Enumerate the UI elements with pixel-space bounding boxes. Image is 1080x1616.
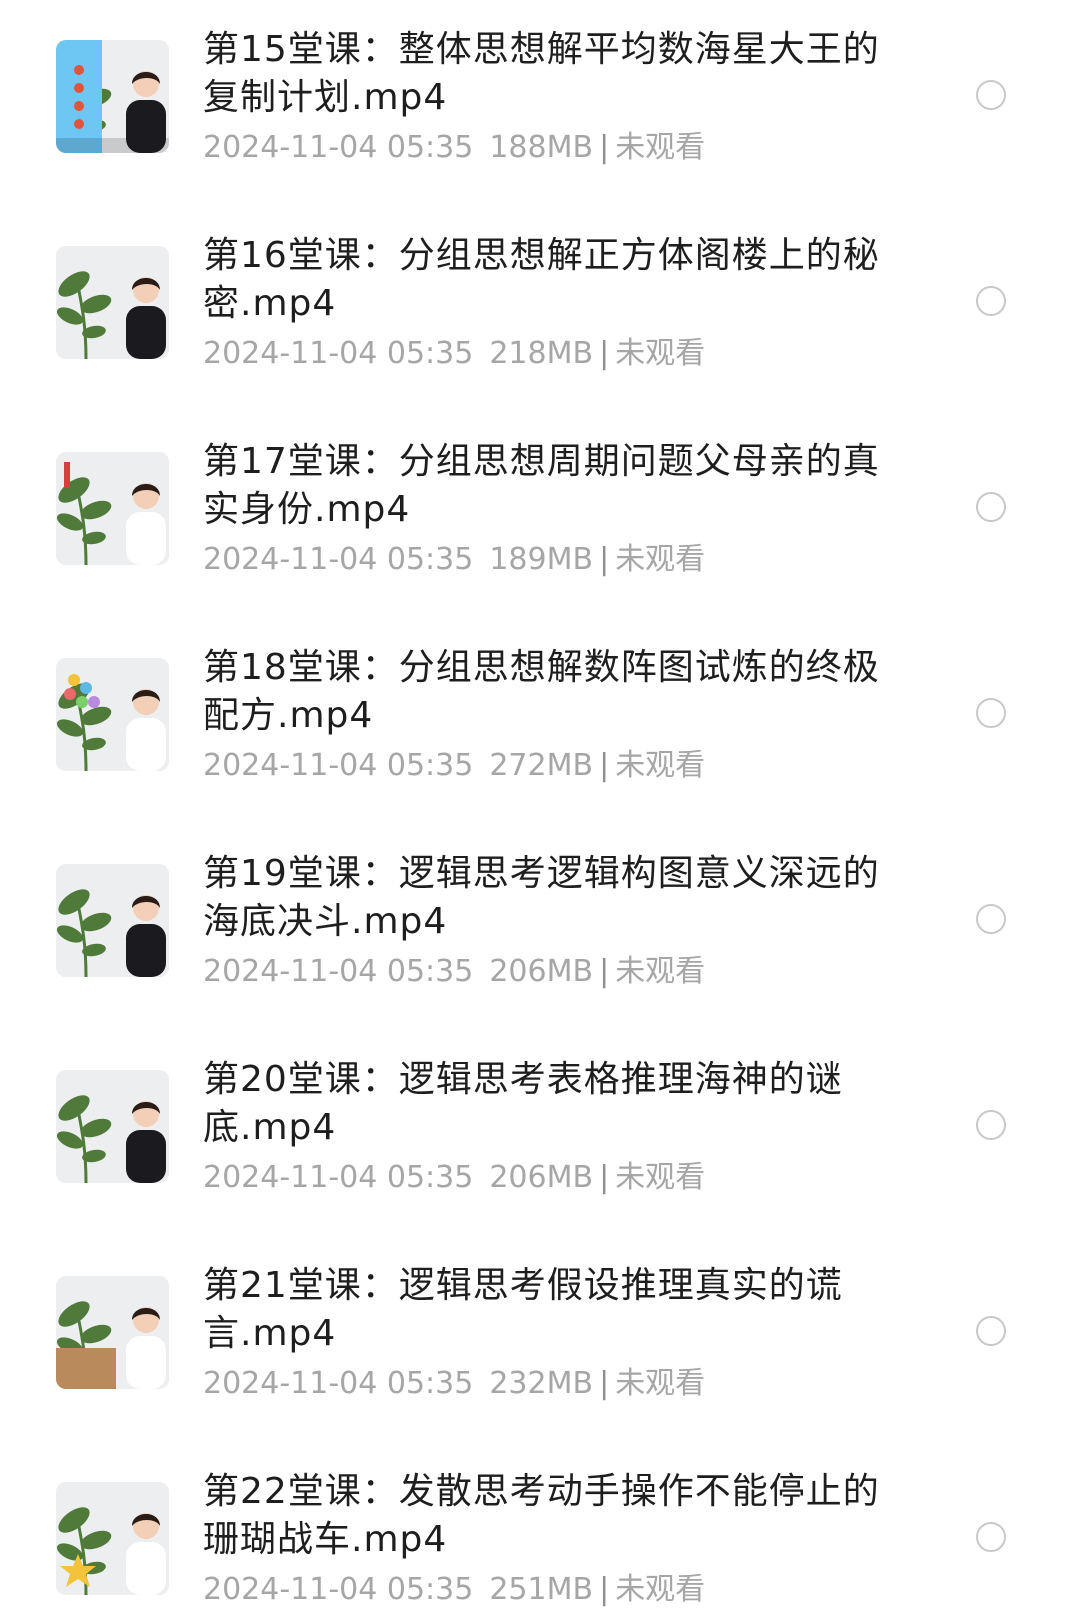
file-title: 第15堂课：整体思想解平均数海星大王的复制计划.mp4: [203, 29, 880, 118]
video-thumbnail: [56, 1276, 169, 1389]
video-thumbnail: [56, 40, 169, 153]
meta-separator: |: [599, 954, 610, 989]
file-row[interactable]: 第20堂课：逻辑思考表格推理海神的谜底.mp4 2024-11-04 05:35 2…: [0, 1030, 1080, 1236]
file-size: 189MB: [489, 542, 594, 577]
file-row[interactable]: 第19堂课：逻辑思考逻辑构图意义深远的海底决斗.mp4 2024-11-04 05…: [0, 824, 1080, 1030]
file-meta: 2024-11-04 05:35 232MB | 未观看: [203, 1364, 883, 1404]
file-info: 第19堂课：逻辑思考逻辑构图意义深远的海底决斗.mp4 2024-11-04 05…: [203, 850, 883, 992]
meta-separator: |: [599, 1366, 610, 1401]
file-info: 第21堂课：逻辑思考假设推理真实的谎言.mp4 2024-11-04 05:35 2…: [203, 1262, 883, 1404]
select-radio[interactable]: [976, 904, 1006, 934]
select-radio[interactable]: [976, 1110, 1006, 1140]
meta-separator: |: [599, 1160, 610, 1195]
file-date: 2024-11-04 05:35: [203, 954, 474, 989]
file-info: 第15堂课：整体思想解平均数海星大王的复制计划.mp4 2024-11-04 05…: [203, 26, 883, 168]
file-list: 第15堂课：整体思想解平均数海星大王的复制计划.mp4 2024-11-04 05…: [0, 0, 1080, 1616]
file-title: 第21堂课：逻辑思考假设推理真实的谎言.mp4: [203, 1265, 843, 1354]
watch-status: 未观看: [615, 748, 706, 783]
file-date: 2024-11-04 05:35: [203, 748, 474, 783]
select-radio[interactable]: [976, 698, 1006, 728]
video-thumbnail: [56, 658, 169, 771]
meta-separator: |: [599, 1572, 610, 1607]
file-date: 2024-11-04 05:35: [203, 1160, 474, 1195]
video-thumbnail: [56, 864, 169, 977]
file-title: 第22堂课：发散思考动手操作不能停止的珊瑚战车.mp4: [203, 1471, 880, 1560]
video-thumbnail: [56, 1482, 169, 1595]
video-thumbnail: [56, 1070, 169, 1183]
file-size: 206MB: [489, 954, 594, 989]
file-info: 第18堂课：分组思想解数阵图试炼的终极配方.mp4 2024-11-04 05:3…: [203, 644, 883, 786]
file-size: 218MB: [489, 336, 594, 371]
watch-status: 未观看: [615, 542, 706, 577]
file-meta: 2024-11-04 05:35 272MB | 未观看: [203, 746, 883, 786]
select-radio[interactable]: [976, 1522, 1006, 1552]
file-row[interactable]: 第21堂课：逻辑思考假设推理真实的谎言.mp4 2024-11-04 05:35 2…: [0, 1236, 1080, 1442]
file-title: 第20堂课：逻辑思考表格推理海神的谜底.mp4: [203, 1059, 843, 1148]
video-thumbnail: [56, 452, 169, 565]
select-radio[interactable]: [976, 492, 1006, 522]
file-title: 第17堂课：分组思想周期问题父母亲的真实身份.mp4: [203, 441, 880, 530]
file-meta: 2024-11-04 05:35 251MB | 未观看: [203, 1570, 883, 1610]
file-date: 2024-11-04 05:35: [203, 1572, 474, 1607]
select-radio[interactable]: [976, 80, 1006, 110]
file-size: 251MB: [489, 1572, 594, 1607]
file-row[interactable]: 第17堂课：分组思想周期问题父母亲的真实身份.mp4 2024-11-04 05:…: [0, 412, 1080, 618]
file-row[interactable]: 第15堂课：整体思想解平均数海星大王的复制计划.mp4 2024-11-04 05…: [0, 0, 1080, 206]
file-info: 第22堂课：发散思考动手操作不能停止的珊瑚战车.mp4 2024-11-04 05…: [203, 1468, 883, 1610]
file-title: 第19堂课：逻辑思考逻辑构图意义深远的海底决斗.mp4: [203, 853, 880, 942]
file-meta: 2024-11-04 05:35 188MB | 未观看: [203, 128, 883, 168]
file-meta: 2024-11-04 05:35 206MB | 未观看: [203, 1158, 883, 1198]
file-info: 第17堂课：分组思想周期问题父母亲的真实身份.mp4 2024-11-04 05:…: [203, 438, 883, 580]
select-radio[interactable]: [976, 286, 1006, 316]
file-title: 第18堂课：分组思想解数阵图试炼的终极配方.mp4: [203, 647, 880, 736]
watch-status: 未观看: [615, 1160, 706, 1195]
file-date: 2024-11-04 05:35: [203, 336, 474, 371]
file-date: 2024-11-04 05:35: [203, 1366, 474, 1401]
file-meta: 2024-11-04 05:35 189MB | 未观看: [203, 540, 883, 580]
file-date: 2024-11-04 05:35: [203, 130, 474, 165]
watch-status: 未观看: [615, 1366, 706, 1401]
file-info: 第20堂课：逻辑思考表格推理海神的谜底.mp4 2024-11-04 05:35 2…: [203, 1056, 883, 1198]
file-title: 第16堂课：分组思想解正方体阁楼上的秘密.mp4: [203, 235, 880, 324]
file-meta: 2024-11-04 05:35 218MB | 未观看: [203, 334, 883, 374]
meta-separator: |: [599, 130, 610, 165]
file-date: 2024-11-04 05:35: [203, 542, 474, 577]
select-radio[interactable]: [976, 1316, 1006, 1346]
watch-status: 未观看: [615, 336, 706, 371]
file-info: 第16堂课：分组思想解正方体阁楼上的秘密.mp4 2024-11-04 05:35…: [203, 232, 883, 374]
file-row[interactable]: 第22堂课：发散思考动手操作不能停止的珊瑚战车.mp4 2024-11-04 05…: [0, 1442, 1080, 1616]
watch-status: 未观看: [615, 1572, 706, 1607]
video-thumbnail: [56, 246, 169, 359]
file-row[interactable]: 第16堂课：分组思想解正方体阁楼上的秘密.mp4 2024-11-04 05:35…: [0, 206, 1080, 412]
file-size: 272MB: [489, 748, 594, 783]
watch-status: 未观看: [615, 954, 706, 989]
meta-separator: |: [599, 542, 610, 577]
file-meta: 2024-11-04 05:35 206MB | 未观看: [203, 952, 883, 992]
watch-status: 未观看: [615, 130, 706, 165]
file-size: 188MB: [489, 130, 594, 165]
file-row[interactable]: 第18堂课：分组思想解数阵图试炼的终极配方.mp4 2024-11-04 05:3…: [0, 618, 1080, 824]
file-size: 206MB: [489, 1160, 594, 1195]
meta-separator: |: [599, 336, 610, 371]
file-size: 232MB: [489, 1366, 594, 1401]
meta-separator: |: [599, 748, 610, 783]
